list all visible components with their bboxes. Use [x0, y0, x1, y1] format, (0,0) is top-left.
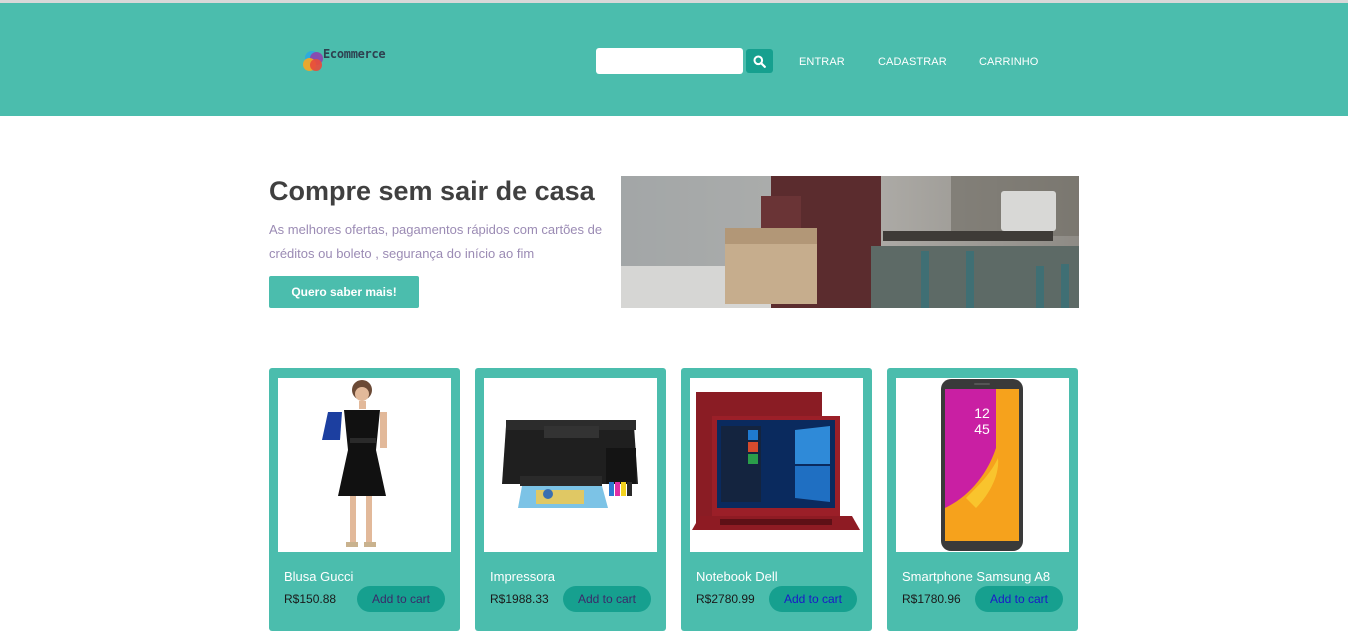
add-to-cart-button[interactable]: Add to cart [357, 586, 445, 612]
product-image-printer[interactable] [484, 378, 657, 552]
search-button[interactable] [746, 49, 773, 73]
product-name[interactable]: Impressora [490, 569, 555, 584]
product-price: R$150.88 [284, 592, 337, 606]
product-card: Blusa Gucci R$150.88 Add to cart [269, 368, 460, 631]
search-input[interactable] [596, 48, 743, 74]
header: Ecommerce ENTRAR CADASTRAR CARRINHO [0, 3, 1348, 116]
add-to-cart-button[interactable]: Add to cart [975, 586, 1063, 612]
nav-carrinho[interactable]: CARRINHO [979, 56, 1038, 68]
svg-text:12: 12 [974, 405, 990, 421]
add-to-cart-button[interactable]: Add to cart [769, 586, 857, 612]
learn-more-button[interactable]: Quero saber mais! [269, 276, 419, 308]
product-image-laptop[interactable] [690, 378, 863, 552]
product-price: R$2780.99 [696, 592, 755, 606]
hero-subtitle: As melhores ofertas, pagamentos rápidos … [269, 222, 603, 261]
product-name[interactable]: Blusa Gucci [284, 569, 353, 584]
hero-image [621, 176, 1079, 308]
nav-cadastrar[interactable]: CADASTRAR [878, 56, 947, 68]
product-card: 12 45 Smartphone Samsung A8 R$1780.96 Ad… [887, 368, 1078, 631]
product-card: Notebook Dell R$2780.99 Add to cart [681, 368, 872, 631]
product-name[interactable]: Notebook Dell [696, 569, 778, 584]
search-icon [753, 55, 766, 68]
product-price: R$1780.96 [902, 592, 961, 606]
logo[interactable]: Ecommerce [303, 46, 386, 75]
logo-text: Ecommerce [323, 46, 386, 62]
add-to-cart-button[interactable]: Add to cart [563, 586, 651, 612]
product-image-blouse[interactable] [278, 378, 451, 552]
svg-text:45: 45 [974, 421, 990, 437]
product-name[interactable]: Smartphone Samsung A8 [902, 569, 1050, 584]
logo-icon [303, 49, 325, 73]
product-image-smartphone[interactable]: 12 45 [896, 378, 1069, 552]
hero-title: Compre sem sair de casa [269, 176, 595, 206]
product-price: R$1988.33 [490, 592, 549, 606]
nav-entrar[interactable]: ENTRAR [799, 56, 845, 68]
product-card: Impressora R$1988.33 Add to cart [475, 368, 666, 631]
